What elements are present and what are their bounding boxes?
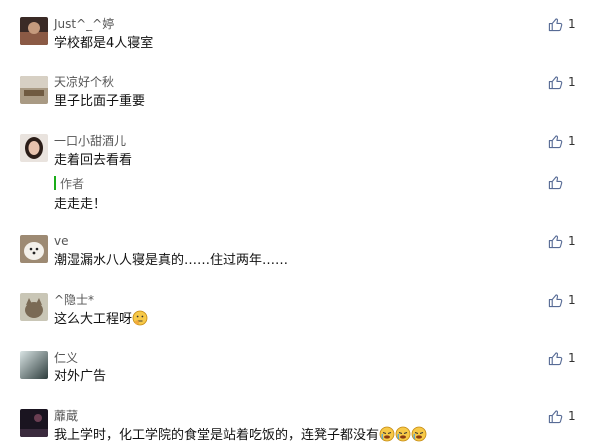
avatar[interactable] [20,17,48,45]
comment-list: Just^_^婷 学校都是4人寝室 1 天凉好个秋 里子比面子重要 1 一口小甜… [0,0,600,448]
avatar[interactable] [20,76,48,104]
thumbs-up-icon [548,409,563,423]
reply-accent-bar [54,176,56,190]
like-count: 1 [568,293,576,307]
thumbs-up-icon [548,234,563,248]
comment-text: 学校都是4人寝室 [54,36,154,51]
crying-face-emoji [411,426,427,442]
avatar[interactable] [20,134,48,162]
like-button[interactable]: 1 [548,233,576,249]
like-count: 1 [568,17,576,31]
thumbs-up-icon [548,17,563,31]
thumbs-up-icon [548,134,563,148]
comment-text: 我上学时，化工学院的食堂是站着吃饭的，连凳子都没有 [54,426,427,445]
comment-text: 走着回去看看 [54,153,133,168]
thumbs-up-icon [548,293,563,307]
crying-face-emoji [395,426,411,442]
comment-author[interactable]: ve [54,233,68,249]
comment-text-content: 我上学时，化工学院的食堂是站着吃饭的，连凳子都没有 [54,428,380,443]
comment-text: 里子比面子重要 [54,94,146,109]
comment-text-content: 这么大工程呀 [54,312,133,327]
thinking-face-emoji [132,310,148,326]
comment-author[interactable]: ^隐士* [54,292,94,308]
thumbs-up-icon [548,351,563,365]
avatar[interactable] [20,409,48,437]
avatar[interactable] [20,351,48,379]
comment-text: 对外广告 [54,369,107,384]
comment-author[interactable]: 仁义 [54,350,78,366]
like-button[interactable]: 1 [548,74,576,90]
like-button[interactable]: 1 [548,292,576,308]
like-button[interactable]: 1 [548,350,576,366]
reply-text: 走走走！ [54,197,107,212]
comment-author[interactable]: 蘼蔵 [54,408,78,424]
reply-author-label: 作者 [60,177,85,191]
like-count: 1 [568,134,576,148]
like-count: 1 [568,75,576,89]
avatar[interactable] [20,235,48,263]
avatar[interactable] [20,293,48,321]
like-count: 1 [568,351,576,365]
thumbs-up-icon [548,75,563,89]
comment-text: 这么大工程呀 [54,310,148,329]
comment-author[interactable]: Just^_^婷 [54,16,114,32]
like-count: 1 [568,409,576,423]
crying-face-emoji [379,426,395,442]
reply-like-button[interactable] [548,174,563,190]
comment-author[interactable]: 一口小甜酒儿 [54,133,126,149]
comment-text: 潮湿漏水八人寝是真的……住过两年…… [54,253,289,268]
like-button[interactable]: 1 [548,408,576,424]
like-count: 1 [568,234,576,248]
thumbs-up-icon [548,175,563,189]
like-button[interactable]: 1 [548,133,576,149]
like-button[interactable]: 1 [548,16,576,32]
comment-author[interactable]: 天凉好个秋 [54,74,114,90]
